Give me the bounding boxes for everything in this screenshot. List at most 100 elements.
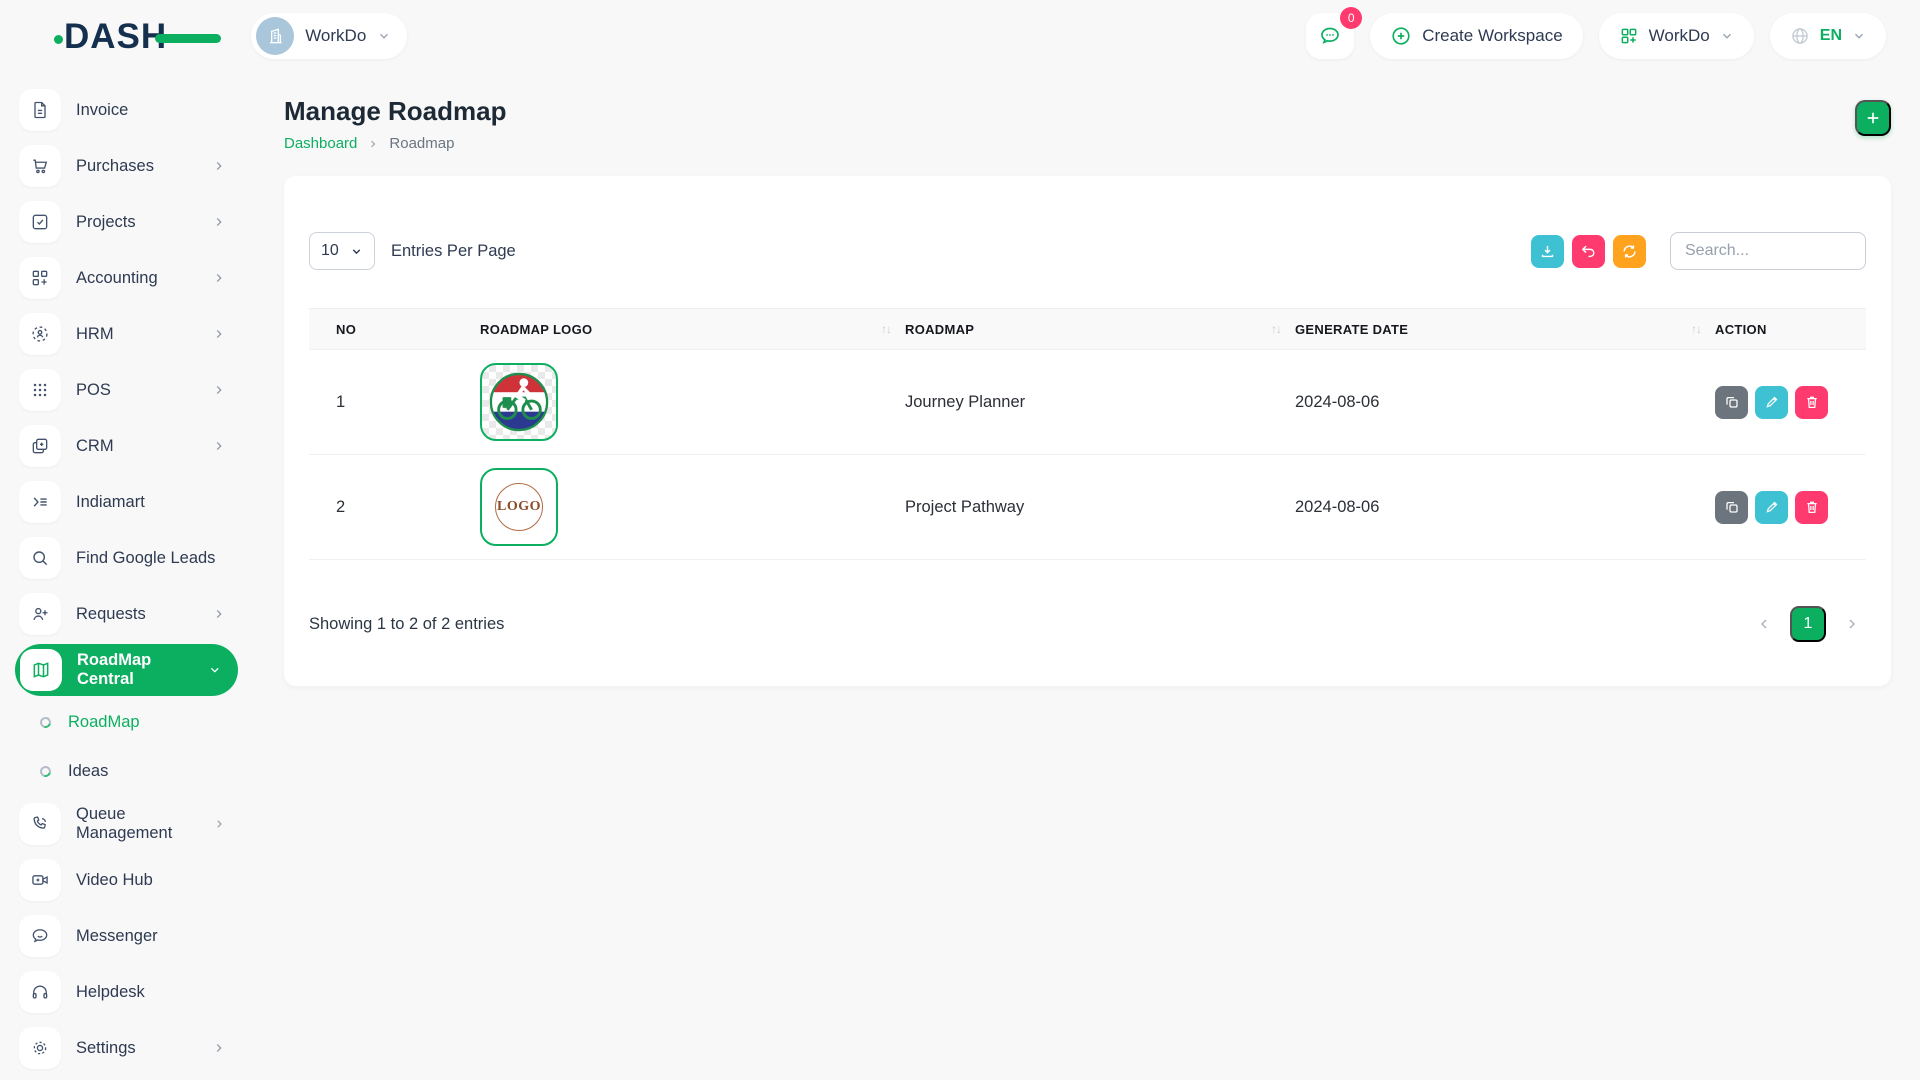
- grid-plus-icon: [1619, 26, 1639, 46]
- logo-dot: [54, 35, 63, 44]
- sidebar-item-roadmap-central[interactable]: RoadMap Central: [15, 644, 238, 696]
- phone-call-icon: [30, 814, 50, 834]
- breadcrumb-dashboard-link[interactable]: Dashboard: [284, 135, 357, 152]
- user-plus-icon: [30, 604, 50, 624]
- logo-text: DASH: [64, 17, 167, 56]
- sidebar-item-label: Invoice: [76, 101, 128, 120]
- pagination: 1: [1750, 606, 1866, 642]
- sidebar-item-label: Messenger: [76, 927, 158, 946]
- table-header-row: NO ROADMAP LOGO↑↓ ROADMAP↑↓ GENERATE DAT…: [309, 309, 1866, 350]
- sidebar-item-label: Purchases: [76, 157, 154, 176]
- page-number-button[interactable]: 1: [1790, 606, 1826, 642]
- blocks-plus-icon: [30, 268, 50, 288]
- workspace-avatar: [256, 17, 294, 55]
- header-actions: 0 Create Workspace WorkDo EN: [1306, 13, 1886, 59]
- sidebar-item-label: Indiamart: [76, 493, 145, 512]
- sidebar-item-helpdesk[interactable]: Helpdesk: [0, 964, 260, 1020]
- cell-no: 2: [309, 455, 480, 560]
- column-header-roadmap[interactable]: ROADMAP↑↓: [905, 309, 1295, 350]
- copy-link-button[interactable]: [1715, 491, 1748, 524]
- main-content: Manage Roadmap Dashboard Roadmap 10 E: [260, 72, 1920, 1080]
- dots-grid-icon: [30, 380, 50, 400]
- cell-generate-date: 2024-08-06: [1295, 350, 1715, 455]
- building-icon: [265, 26, 285, 46]
- language-dropdown[interactable]: EN: [1770, 13, 1886, 59]
- export-download-button[interactable]: [1531, 235, 1564, 268]
- sidebar-item-accounting[interactable]: Accounting: [0, 250, 260, 306]
- column-header-generate-date[interactable]: GENERATE DATE↑↓: [1295, 309, 1715, 350]
- sidebar-item-settings[interactable]: Settings: [0, 1020, 260, 1076]
- sidebar-subitem-ideas[interactable]: Ideas: [0, 747, 260, 796]
- sidebar-item-label: CRM: [76, 437, 114, 456]
- sidebar-item-hrm[interactable]: HRM: [0, 306, 260, 362]
- chevron-down-icon: [350, 245, 363, 258]
- create-workspace-button[interactable]: Create Workspace: [1370, 13, 1582, 59]
- entries-per-page-select[interactable]: 10: [309, 232, 375, 270]
- plus-icon: [1864, 109, 1882, 127]
- previous-page-button[interactable]: [1750, 610, 1778, 638]
- refresh-button[interactable]: [1613, 235, 1646, 268]
- sidebar-item-purchases[interactable]: Purchases: [0, 138, 260, 194]
- sidebar-subitem-label: RoadMap: [68, 713, 140, 732]
- sort-icon[interactable]: ↑↓: [1691, 322, 1701, 336]
- search-input[interactable]: [1670, 232, 1866, 270]
- sidebar-item-label: Find Google Leads: [76, 549, 215, 568]
- sidebar-item-video-hub[interactable]: Video Hub: [0, 852, 260, 908]
- sidebar-item-label: HRM: [76, 325, 114, 344]
- cell-generate-date: 2024-08-06: [1295, 455, 1715, 560]
- sidebar-item-requests[interactable]: Requests: [0, 586, 260, 642]
- add-roadmap-button[interactable]: [1855, 100, 1891, 136]
- chevron-left-icon: [1756, 616, 1772, 632]
- next-page-button[interactable]: [1838, 610, 1866, 638]
- column-header-action: ACTION: [1715, 309, 1866, 350]
- chevron-down-icon: [1720, 29, 1734, 43]
- sidebar: Invoice Purchases Projects Accounting HR…: [0, 72, 260, 1080]
- table-row: 2 LOGO Project Pathway 2024-08-06: [309, 455, 1866, 560]
- copy-link-button[interactable]: [1715, 386, 1748, 419]
- table-row: 1: [309, 350, 1866, 455]
- sidebar-item-indiamart[interactable]: Indiamart: [0, 474, 260, 530]
- chevron-right-icon: [212, 439, 226, 453]
- table-toolbar: 10 Entries Per Page: [309, 232, 1866, 270]
- sidebar-item-messenger[interactable]: Messenger: [0, 908, 260, 964]
- copy-icon: [1724, 499, 1740, 515]
- app-switcher-dropdown[interactable]: WorkDo: [1599, 13, 1754, 59]
- cart-icon: [30, 156, 50, 176]
- edit-button[interactable]: [1755, 491, 1788, 524]
- workspace-selector[interactable]: WorkDo: [251, 13, 407, 59]
- language-code: EN: [1820, 27, 1842, 45]
- cell-roadmap-name: Project Pathway: [905, 455, 1295, 560]
- sidebar-item-label: Queue Management: [76, 805, 213, 843]
- sidebar-item-invoice[interactable]: Invoice: [0, 82, 260, 138]
- sort-icon[interactable]: ↑↓: [1271, 322, 1281, 336]
- chevron-right-icon: [213, 817, 226, 831]
- delete-button[interactable]: [1795, 491, 1828, 524]
- sidebar-item-pos[interactable]: POS: [0, 362, 260, 418]
- sidebar-subitem-roadmap[interactable]: RoadMap: [0, 698, 260, 747]
- invoice-icon: [30, 100, 50, 120]
- edit-button[interactable]: [1755, 386, 1788, 419]
- sidebar-item-find-google-leads[interactable]: Find Google Leads: [0, 530, 260, 586]
- globe-icon: [1790, 26, 1810, 46]
- chevron-right-icon: [212, 159, 226, 173]
- video-camera-icon: [30, 870, 50, 890]
- chevron-down-icon: [377, 29, 391, 43]
- sidebar-item-crm[interactable]: CRM: [0, 418, 260, 474]
- sidebar-item-label: Helpdesk: [76, 983, 145, 1002]
- undo-arrow-icon: [1580, 243, 1597, 260]
- sidebar-item-label: Settings: [76, 1039, 136, 1058]
- column-header-no[interactable]: NO: [309, 309, 480, 350]
- app-switcher-label: WorkDo: [1649, 26, 1710, 46]
- showing-entries-text: Showing 1 to 2 of 2 entries: [309, 615, 504, 634]
- sidebar-item-queue-management[interactable]: Queue Management: [0, 796, 260, 852]
- column-header-roadmap-logo[interactable]: ROADMAP LOGO↑↓: [480, 309, 905, 350]
- messages-button[interactable]: 0: [1306, 13, 1354, 59]
- sidebar-item-projects[interactable]: Projects: [0, 194, 260, 250]
- chevron-down-icon: [208, 663, 222, 677]
- delete-button[interactable]: [1795, 386, 1828, 419]
- undo-button[interactable]: [1572, 235, 1605, 268]
- user-focus-icon: [30, 324, 50, 344]
- sidebar-item-label: Video Hub: [76, 871, 153, 890]
- cell-roadmap-name: Journey Planner: [905, 350, 1295, 455]
- sort-icon[interactable]: ↑↓: [881, 322, 891, 336]
